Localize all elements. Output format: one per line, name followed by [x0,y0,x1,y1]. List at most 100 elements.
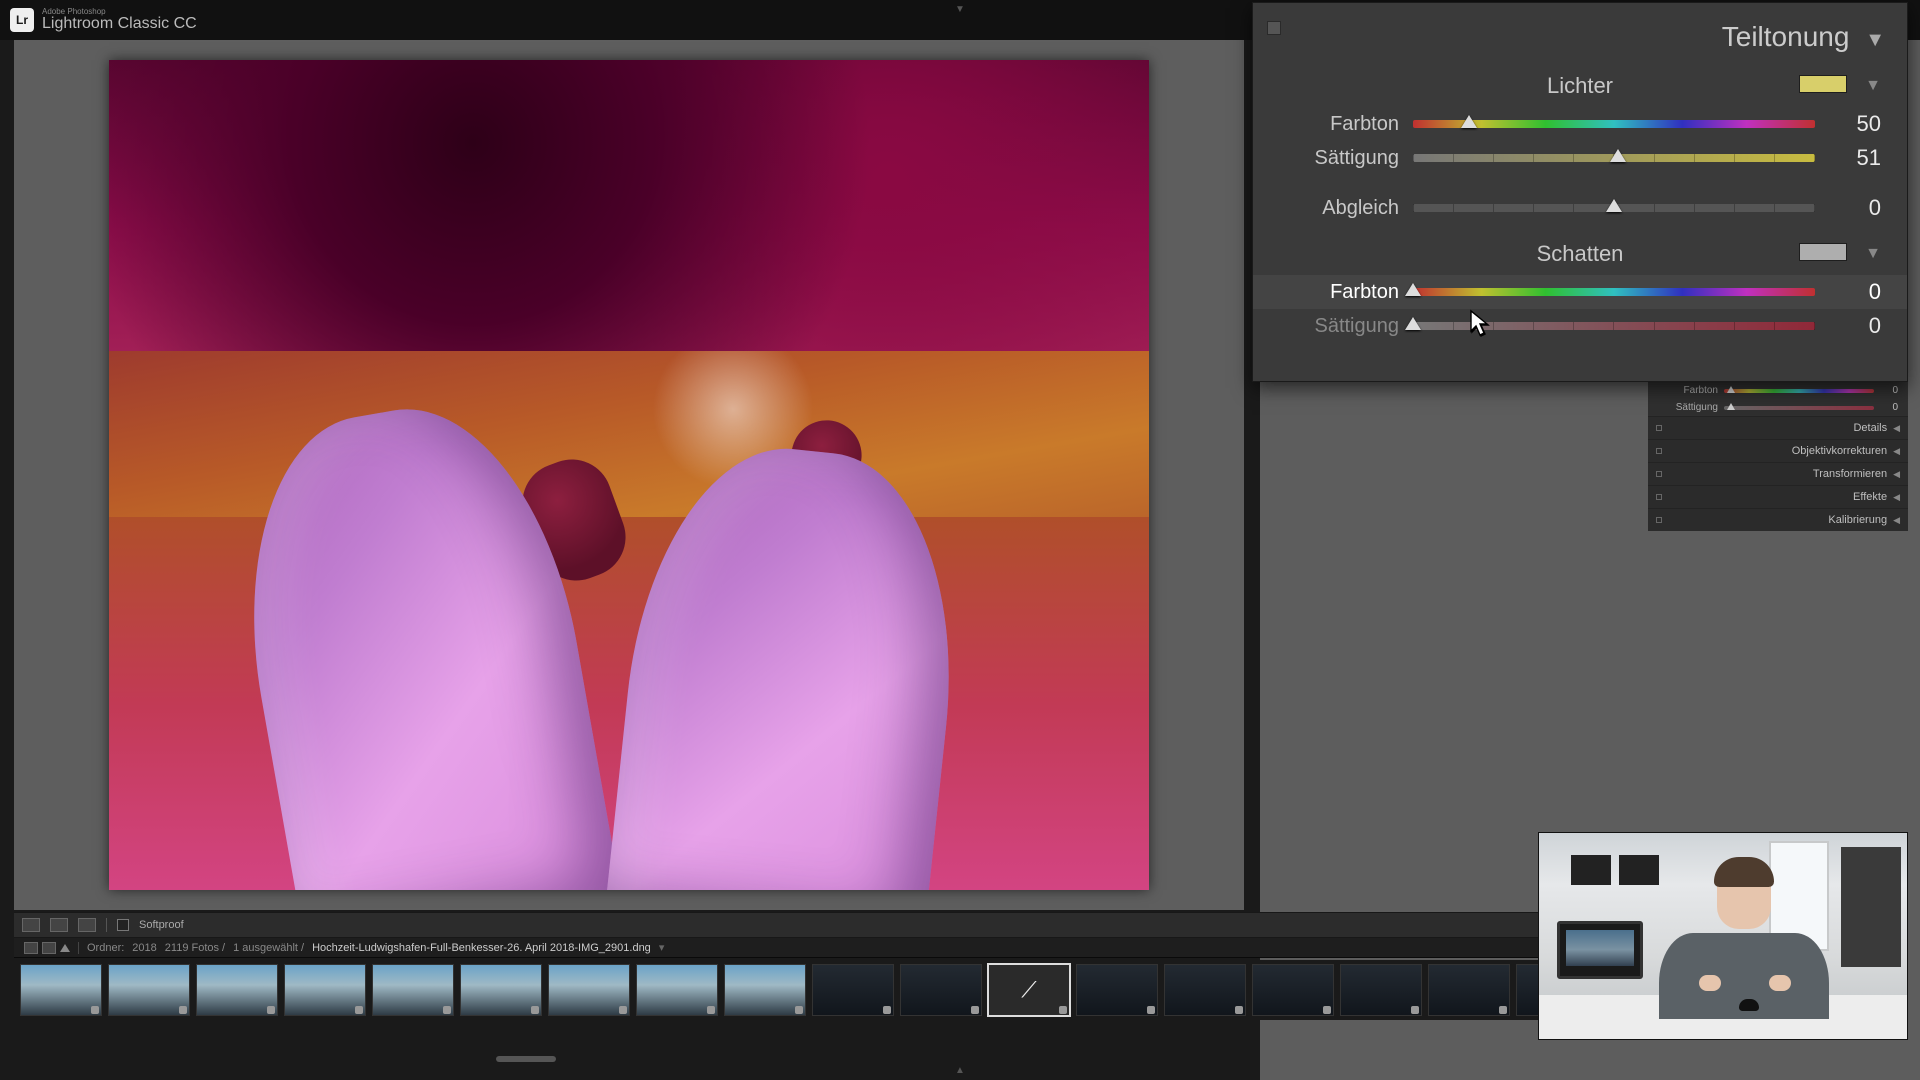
shadows-hue-row: Farbton 0 [1253,275,1907,309]
balance-section: Abgleich 0 [1253,177,1907,227]
shadows-hue-value[interactable]: 0 [1829,279,1881,305]
highlights-section: Lichter ▼ Farbton 50 Sättigung 51 [1253,61,1907,177]
filmstrip-thumb[interactable] [372,964,454,1016]
shadows-hue-slider[interactable] [1413,288,1815,296]
thumb-badge-icon [355,1006,363,1014]
filmstrip-thumb[interactable]: ⟋ [988,964,1070,1016]
balance-slider[interactable] [1413,204,1815,212]
app-logo: Lr [10,8,34,32]
filmstrip-thumb[interactable] [900,964,982,1016]
slider-thumb[interactable] [1727,403,1735,410]
highlights-label: Lichter [1547,73,1613,99]
filmstrip-thumb[interactable] [1340,964,1422,1016]
filmstrip-thumb[interactable] [1076,964,1158,1016]
toolbar-divider [106,918,107,932]
filename: Hochzeit-Ludwigshafen-Full-Benkesser-26.… [312,942,651,954]
slider-thumb[interactable] [1606,199,1622,212]
panel-header-label: Objektivkorrekturen [1792,445,1887,457]
panel-header-kalibrierung[interactable]: Kalibrierung◀ [1648,508,1908,531]
filmstrip-thumb[interactable] [636,964,718,1016]
app-title-block: Adobe Photoshop Lightroom Classic CC [42,8,197,32]
panel-switch-icon[interactable] [1656,448,1662,454]
panel-header-effekte[interactable]: Effekte ◀ [1648,485,1908,508]
filmstrip-thumb[interactable] [724,964,806,1016]
slider-thumb[interactable] [1610,149,1626,162]
panel-header-objektivkorrekturen[interactable]: Objektivkorrekturen ◀ [1648,439,1908,462]
photo-viewport [14,40,1244,910]
panel-switch-icon[interactable] [1656,517,1662,523]
panel-collapse-icon[interactable]: ◀ [1893,446,1900,457]
slider-thumb[interactable] [1727,386,1735,393]
folder-label: Ordner: [87,942,124,954]
mini-hue-value[interactable]: 0 [1880,385,1898,396]
panel-header-details[interactable]: Details◀ [1648,416,1908,439]
panel-collapse-icon[interactable]: ◀ [1893,423,1900,434]
filmstrip-thumb[interactable] [20,964,102,1016]
filmstrip-thumb[interactable] [1428,964,1510,1016]
panel-switch-icon[interactable] [1267,21,1281,35]
filmstrip-thumb[interactable] [196,964,278,1016]
webcam-person [1659,849,1829,1019]
breadcrumb-caret-icon[interactable]: ▾ [659,941,665,954]
panel-collapse-icon[interactable]: ▼ [1865,29,1885,51]
slider-thumb[interactable] [1405,283,1421,296]
filmstrip-thumb[interactable] [812,964,894,1016]
filmstrip-thumb[interactable] [284,964,366,1016]
panel-collapse-icon[interactable]: ◀ [1893,492,1900,503]
thumb-badge-icon [1411,1006,1419,1014]
panel-collapse-icon[interactable]: ◀ [1893,515,1900,526]
highlights-hue-slider[interactable] [1413,120,1815,128]
balance-label: Abgleich [1279,197,1399,220]
highlights-picker-icon[interactable]: ▼ [1865,77,1881,95]
sort-icon[interactable] [60,944,70,952]
highlights-sat-slider[interactable] [1413,154,1815,162]
photo-region-sea [109,60,1149,392]
shadows-picker-icon[interactable]: ▼ [1865,245,1881,263]
shadows-color-swatch[interactable] [1799,243,1847,261]
panel-header-label: Effekte [1853,491,1887,503]
app-logo-text: Lr [16,13,28,27]
shadows-section: Schatten ▼ Farbton 0 Sättigung 0 [1253,227,1907,345]
softproof-checkbox[interactable] [117,919,129,931]
thumb-badge-icon [91,1006,99,1014]
filmstrip-thumb[interactable] [1164,964,1246,1016]
mini-sat-value[interactable]: 0 [1880,402,1898,413]
filmstrip-thumb[interactable] [1252,964,1334,1016]
topbar-collapse-caret[interactable]: ▼ [955,4,965,15]
shadows-sat-value[interactable]: 0 [1829,313,1881,339]
thumb-badge-icon [1059,1006,1067,1014]
highlights-sat-row: Sättigung 51 [1279,141,1881,175]
panel-title-row[interactable]: Teiltonung ▼ [1253,3,1907,61]
breadcrumb[interactable]: Ordner: 2018 2119 Fotos / 1 ausgewählt /… [87,941,664,954]
panel-switch-icon[interactable] [1656,425,1662,431]
filmstrip-collapse-caret[interactable]: ▲ [955,1065,965,1076]
panel-collapse-icon[interactable]: ◀ [1893,469,1900,480]
mini-sat-slider[interactable] [1724,406,1874,410]
main-photo[interactable] [109,60,1149,890]
thumb-badge-icon [1323,1006,1331,1014]
view-mode-loupe-icon[interactable] [22,918,40,932]
highlights-hue-value[interactable]: 50 [1829,111,1881,137]
thumb-badge-icon [1499,1006,1507,1014]
panel-switch-icon[interactable] [1656,471,1662,477]
highlights-sat-value[interactable]: 51 [1829,145,1881,171]
filmstrip-thumb[interactable] [460,964,542,1016]
grid-icon[interactable] [42,942,56,954]
filmstrip-thumb[interactable] [548,964,630,1016]
view-mode-before-after-icon[interactable] [50,918,68,932]
thumb-badge-icon [619,1006,627,1014]
slider-thumb[interactable] [1461,115,1477,128]
shadows-label: Schatten [1537,241,1624,267]
filmstrip-scroll-indicator[interactable] [496,1056,556,1062]
second-monitor-icon[interactable] [24,942,38,954]
view-mode-reference-icon[interactable] [78,918,96,932]
thumb-badge-icon [971,1006,979,1014]
balance-value[interactable]: 0 [1829,195,1881,221]
panel-header-transformieren[interactable]: Transformieren◀ [1648,462,1908,485]
mini-hue-slider[interactable] [1724,389,1874,393]
slider-thumb[interactable] [1405,317,1421,330]
highlights-color-swatch[interactable] [1799,75,1847,93]
panel-switch-icon[interactable] [1656,494,1662,500]
filmstrip-thumb[interactable] [108,964,190,1016]
photo-count: 2119 Fotos / [165,942,225,954]
